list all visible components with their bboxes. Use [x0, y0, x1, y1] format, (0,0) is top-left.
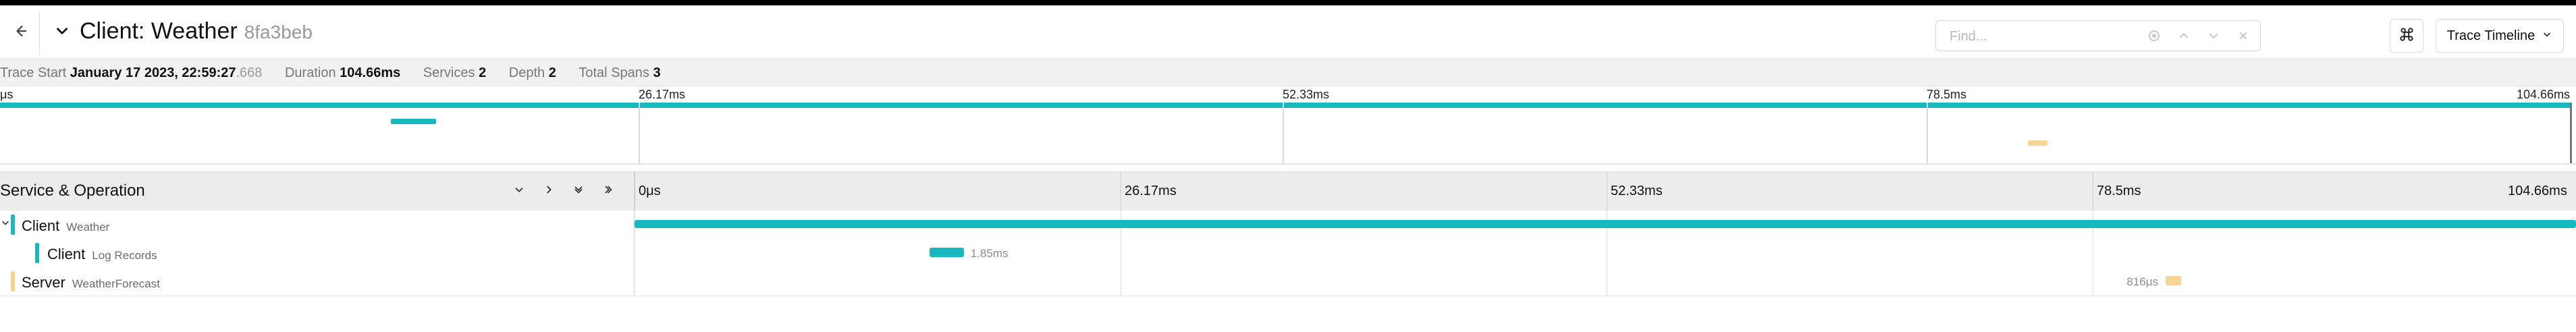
find-input[interactable]	[1948, 21, 2153, 52]
view-selector[interactable]: Trace Timeline	[2436, 19, 2564, 53]
target-icon[interactable]	[2147, 28, 2162, 43]
service: Client	[47, 246, 86, 262]
duration-label: Duration	[284, 65, 336, 80]
arrow-left-icon	[12, 23, 28, 43]
duration: Duration 104.66ms	[285, 65, 400, 80]
service-name: Server WeatherForecast	[22, 274, 160, 292]
summary-items: Trace Start January 17 2023, 22:59:27.66…	[0, 65, 680, 80]
double-chevron-right-icon[interactable]	[600, 182, 616, 198]
minimap-tick-0: μs	[0, 88, 14, 101]
timeline-tick-3: 78.5ms	[2097, 184, 2141, 198]
find-box[interactable]	[1935, 20, 2261, 52]
minimap-ticks: μs 26.17ms 52.33ms 78.5ms 104.66ms	[0, 85, 2576, 103]
table-row[interactable]: Client Weather	[0, 211, 2576, 240]
services-value: 2	[479, 65, 487, 80]
trace-id: 8fa3beb	[244, 22, 313, 43]
service-operation-header: Service & Operation	[0, 172, 635, 211]
operation: Log Records	[92, 249, 157, 262]
collapse-button[interactable]	[50, 20, 74, 45]
trace-summary: Trace Start January 17 2023, 22:59:27.66…	[0, 58, 2576, 86]
row-service: Client Log Records	[0, 239, 635, 267]
row-timeline: 1.85ms	[635, 239, 2576, 267]
duration-value: 104.66ms	[340, 65, 401, 80]
trace-page: Client: Weather 8fa3beb Find... Trace Ti…	[0, 0, 2576, 332]
service: Client	[22, 217, 60, 234]
minimap-tick-3: 78.5ms	[1927, 88, 1967, 101]
chevron-down-icon[interactable]	[511, 182, 527, 198]
service: Server	[22, 274, 65, 291]
minimap-grid-1	[639, 103, 640, 163]
row-timeline	[635, 211, 2576, 239]
minimap-grid-3	[1927, 103, 1928, 163]
row-caret[interactable]	[0, 217, 11, 228]
command-icon	[2398, 26, 2415, 47]
span-duration-label: 1.85ms	[970, 247, 1009, 260]
header-separator	[39, 12, 40, 55]
trace-header: Client: Weather 8fa3beb Find... Trace Ti…	[0, 5, 2576, 58]
operation: WeatherForecast	[72, 277, 160, 290]
service-name: Client Log Records	[47, 246, 157, 263]
view-label: Trace Timeline	[2446, 28, 2535, 43]
close-icon[interactable]	[2236, 28, 2251, 43]
chevron-right-icon[interactable]	[541, 182, 557, 198]
minimap-end-handle[interactable]	[2570, 103, 2572, 163]
row-timeline: 816μs	[635, 267, 2576, 296]
trace-rows: Client Weather Client Log Records 1.85ms…	[0, 211, 2576, 297]
span-bar[interactable]	[929, 248, 964, 257]
page-title: Client: Weather 8fa3beb	[80, 18, 313, 46]
timeline-tick-0: 0μs	[639, 184, 661, 198]
find-actions	[2147, 28, 2251, 43]
row-service: Client Weather	[0, 211, 635, 239]
table-header: Service & Operation 0μs 26.17ms 52.33ms …	[0, 171, 2576, 212]
row-service: Server WeatherForecast	[0, 267, 635, 296]
trace-start-ms: .668	[236, 65, 263, 80]
depth-label: Depth	[508, 65, 545, 80]
minimap-tick-1: 26.17ms	[639, 88, 686, 101]
trace-start-label: Trace Start	[0, 65, 67, 80]
minimap-root-bar	[0, 103, 2571, 108]
back-button[interactable]	[7, 19, 34, 46]
chevron-up-icon[interactable]	[2176, 28, 2191, 43]
minimap-span	[2027, 140, 2048, 146]
services: Services 2	[423, 65, 486, 80]
operation: Weather	[66, 221, 110, 233]
span-duration-label: 816μs	[2126, 275, 2159, 288]
trace-title: Client: Weather	[80, 18, 238, 44]
minimap-tick-2: 52.33ms	[1283, 88, 1330, 101]
command-button[interactable]	[2390, 19, 2423, 53]
timeline-minimap[interactable]	[0, 103, 2576, 165]
table-row[interactable]: Client Log Records 1.85ms	[0, 239, 2576, 268]
depth: Depth 2	[509, 65, 556, 80]
table-row[interactable]: Server WeatherForecast 816μs	[0, 267, 2576, 296]
service-operation-title: Service & Operation	[0, 182, 145, 200]
double-chevron-down-icon[interactable]	[570, 182, 587, 198]
service-color-tag	[11, 215, 15, 235]
chevron-down-icon	[2542, 28, 2552, 44]
chevron-down-icon	[53, 22, 71, 43]
timeline-tick-2: 52.33ms	[1611, 184, 1663, 198]
minimap-grid-2	[1283, 103, 1284, 163]
chevron-down-icon[interactable]	[2206, 28, 2221, 43]
span-bar[interactable]	[2166, 276, 2181, 285]
total-spans-label: Total Spans	[579, 65, 649, 80]
trace-start: Trace Start January 17 2023, 22:59:27.66…	[0, 65, 262, 80]
minimap-span	[390, 119, 436, 124]
trace-start-datetime: January 17 2023, 22:59:27	[70, 65, 236, 80]
total-spans-value: 3	[653, 65, 661, 80]
timeline-tick-4: 104.66ms	[2508, 184, 2567, 198]
total-spans: Total Spans 3	[579, 65, 660, 80]
minimap-tick-4: 104.66ms	[2517, 88, 2571, 101]
services-label: Services	[423, 65, 475, 80]
service-color-tag	[35, 243, 39, 263]
top-border	[0, 0, 2576, 5]
span-bar[interactable]	[635, 220, 2576, 228]
timeline-tick-1: 26.17ms	[1125, 184, 1177, 198]
service-color-tag	[11, 271, 15, 292]
timeline-header: 0μs 26.17ms 52.33ms 78.5ms 104.66ms	[635, 172, 2576, 211]
tree-controls	[511, 182, 616, 198]
depth-value: 2	[548, 65, 556, 80]
service-name: Client Weather	[22, 217, 109, 235]
trace-start-value: January 17 2023, 22:59:27.668	[70, 65, 263, 80]
